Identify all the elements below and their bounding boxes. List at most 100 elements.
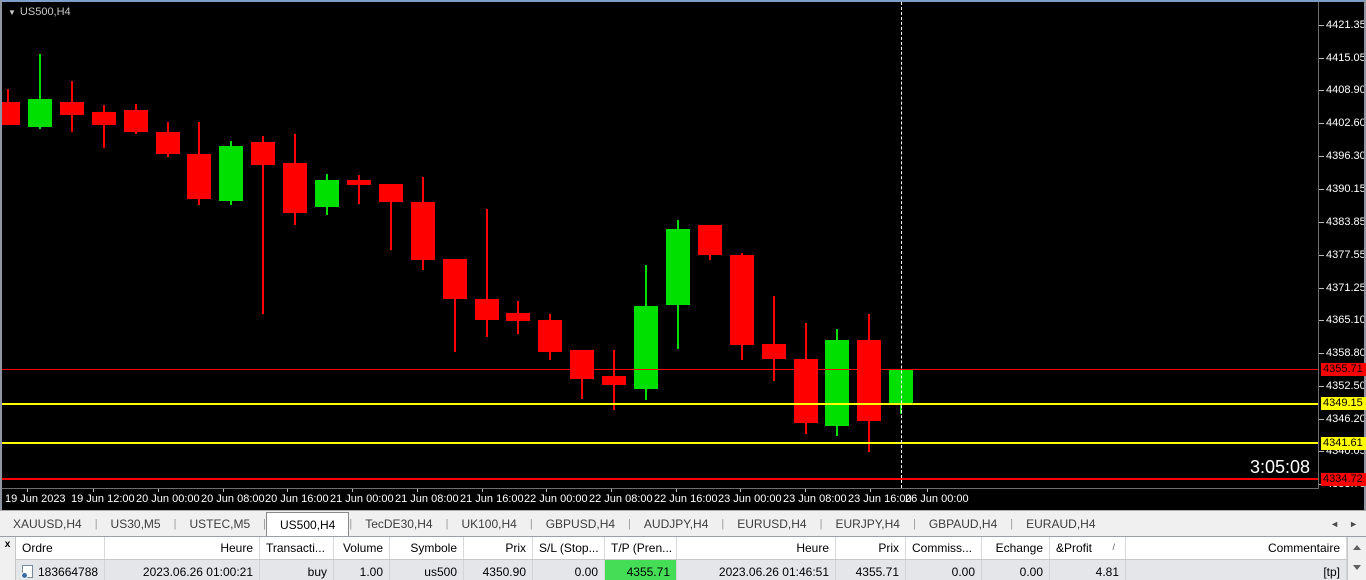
chart-symbol-label: ▼US500,H4 xyxy=(8,6,71,18)
metatrader-window: 3:05:08 ▼US500,H4 4421.354415.054408.904… xyxy=(0,0,1366,580)
time-tick-label: 19 Jun 2023 xyxy=(5,493,66,505)
column-header-s-l-stop-[interactable]: S/L (Stop... xyxy=(533,537,605,559)
order-cell--profit[interactable]: 4.81 xyxy=(1050,560,1126,580)
chart-tab-us500-h4[interactable]: US500,H4 xyxy=(266,512,349,536)
candle-body xyxy=(124,110,148,132)
time-tick xyxy=(870,489,871,492)
price-tick-label: 4371.25 xyxy=(1326,282,1366,294)
column-header-symbole[interactable]: Symbole xyxy=(390,537,464,559)
order-cell-symbole[interactable]: us500 xyxy=(390,560,464,580)
order-row[interactable]: 1836647882023.06.26 01:00:21buy1.00us500… xyxy=(16,560,1347,580)
price-tick xyxy=(1319,419,1324,420)
order-cell-commentaire[interactable]: [tp] xyxy=(1126,560,1347,580)
time-tick xyxy=(676,489,677,492)
price-level-line[interactable] xyxy=(2,478,1318,480)
order-cell-heure[interactable]: 2023.06.26 01:00:21 xyxy=(105,560,260,580)
price-badge: 4349.15 xyxy=(1321,397,1366,410)
column-header-prix[interactable]: Prix xyxy=(836,537,906,559)
column-header-transacti-[interactable]: Transacti... xyxy=(260,537,334,559)
sort-direction-icon[interactable]: / xyxy=(1112,542,1115,552)
order-cell-volume[interactable]: 1.00 xyxy=(334,560,390,580)
chart-tab-gbpaud-h4[interactable]: GBPAUD,H4 xyxy=(916,511,1010,536)
time-tick xyxy=(927,489,928,492)
column-header-echange[interactable]: Echange xyxy=(982,537,1050,559)
candle-body xyxy=(219,146,243,201)
chart-tabs-bar: XAUUSD,H4|US30,M5|USTEC,M5|US500,H4|TecD… xyxy=(0,510,1366,536)
price-tick-label: 4390.15 xyxy=(1326,183,1366,195)
time-tick-label: 22 Jun 16:00 xyxy=(654,493,718,505)
chart-tab-ustec-m5[interactable]: USTEC,M5 xyxy=(176,511,263,536)
price-tick xyxy=(1319,25,1324,26)
column-header-prix[interactable]: Prix xyxy=(464,537,533,559)
close-icon[interactable]: x xyxy=(0,538,15,551)
chart-tab-uk100-h4[interactable]: UK100,H4 xyxy=(448,511,529,536)
time-tick xyxy=(417,489,418,492)
candle-body xyxy=(28,99,52,127)
price-tick-label: 4415.05 xyxy=(1326,52,1366,64)
order-cell-echange[interactable]: 0.00 xyxy=(982,560,1050,580)
chart-tab-euraud-h4[interactable]: EURAUD,H4 xyxy=(1013,511,1108,536)
price-level-line[interactable] xyxy=(2,369,1318,370)
time-tick-label: 20 Jun 16:00 xyxy=(265,493,329,505)
orders-table-header: OrdreHeureTransacti...VolumeSymbolePrixS… xyxy=(16,537,1347,560)
scroll-up-icon[interactable] xyxy=(1353,545,1361,550)
price-level-line[interactable] xyxy=(2,442,1318,444)
order-cell-transacti-[interactable]: buy xyxy=(260,560,334,580)
column-header-commentaire[interactable]: Commentaire xyxy=(1126,537,1347,559)
candle-body xyxy=(666,229,690,305)
orders-table: OrdreHeureTransacti...VolumeSymbolePrixS… xyxy=(16,537,1347,580)
price-tick xyxy=(1319,451,1324,452)
order-cell-commiss-[interactable]: 0.00 xyxy=(906,560,982,580)
price-level-line[interactable] xyxy=(2,403,1318,405)
chart-area[interactable]: 3:05:08 xyxy=(2,2,1318,488)
chart-tab-xauusd-h4[interactable]: XAUUSD,H4 xyxy=(0,511,95,536)
price-axis[interactable]: 4421.354415.054408.904402.604396.304390.… xyxy=(1319,2,1366,488)
chart-tab-eurjpy-h4[interactable]: EURJPY,H4 xyxy=(822,511,912,536)
candle-body xyxy=(857,340,881,421)
chart-tab-eurusd-h4[interactable]: EURUSD,H4 xyxy=(724,511,819,536)
price-tick-label: 4396.30 xyxy=(1326,150,1366,162)
chevron-down-icon: ▼ xyxy=(8,8,16,17)
order-cell-t-p-pren-[interactable]: 4355.71 xyxy=(605,560,677,580)
column-header-commiss-[interactable]: Commiss... xyxy=(906,537,982,559)
candle-body xyxy=(762,344,786,359)
tab-scroll-arrows: ◄► xyxy=(1330,511,1358,537)
terminal-scrollbar[interactable] xyxy=(1347,537,1366,580)
column-header-heure[interactable]: Heure xyxy=(105,537,260,559)
time-tick xyxy=(805,489,806,492)
candle-body xyxy=(698,225,722,255)
candle-body xyxy=(443,259,467,299)
chart-tab-gbpusd-h4[interactable]: GBPUSD,H4 xyxy=(533,511,628,536)
candle-body xyxy=(251,142,275,165)
order-cell-prix[interactable]: 4355.71 xyxy=(836,560,906,580)
price-tick-label: 4421.35 xyxy=(1326,19,1366,31)
candle-body xyxy=(602,376,626,385)
order-cell-heure[interactable]: 2023.06.26 01:46:51 xyxy=(677,560,836,580)
order-cell-s-l-stop-[interactable]: 0.00 xyxy=(533,560,605,580)
time-tick xyxy=(611,489,612,492)
price-badge: 4355.71 xyxy=(1321,363,1366,376)
column-header-heure[interactable]: Heure xyxy=(677,537,836,559)
time-tick-label: 21 Jun 00:00 xyxy=(330,493,394,505)
scroll-down-icon[interactable] xyxy=(1353,565,1361,570)
order-cell-ordre[interactable]: 183664788 xyxy=(16,560,105,580)
candle-body xyxy=(347,180,371,185)
column-header-volume[interactable]: Volume xyxy=(334,537,390,559)
time-axis[interactable]: 19 Jun 202319 Jun 12:0020 Jun 00:0020 Ju… xyxy=(2,489,1318,508)
order-doc-icon xyxy=(22,565,33,578)
candle-body xyxy=(730,255,754,345)
chart-tab-us30-m5[interactable]: US30,M5 xyxy=(98,511,174,536)
time-tick-label: 20 Jun 08:00 xyxy=(201,493,265,505)
order-cell-prix[interactable]: 4350.90 xyxy=(464,560,533,580)
chart-tab-tecde30-h4[interactable]: TecDE30,H4 xyxy=(352,511,445,536)
column-header-t-p-pren-[interactable]: T/P (Pren... xyxy=(605,537,677,559)
tab-scroll-right-icon[interactable]: ► xyxy=(1349,519,1358,529)
tab-scroll-left-icon[interactable]: ◄ xyxy=(1330,519,1339,529)
candle-body xyxy=(92,112,116,125)
window-border-top xyxy=(0,0,1366,2)
column-header-ordre[interactable]: Ordre xyxy=(16,537,105,559)
time-tick xyxy=(482,489,483,492)
chart-tab-audjpy-h4[interactable]: AUDJPY,H4 xyxy=(631,511,721,536)
time-tick-label: 22 Jun 00:00 xyxy=(524,493,588,505)
column-header--profit[interactable]: &Profit/ xyxy=(1050,537,1126,559)
